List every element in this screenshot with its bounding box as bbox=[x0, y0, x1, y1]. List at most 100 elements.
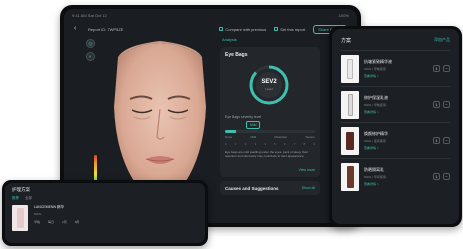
compare-toggle-label: Compare with previous bbox=[225, 26, 267, 32]
product-thumbnail bbox=[341, 126, 359, 155]
severity-gauge: SEV2 Level bbox=[246, 62, 292, 108]
tab-recommended[interactable]: 推荐 bbox=[12, 196, 19, 201]
qty-value: 1 bbox=[433, 65, 440, 72]
severity-label: Eye Bags severity level bbox=[225, 115, 262, 119]
product-info: 防晒隔离乳 50ML | 早间使用 查看详情 > bbox=[364, 167, 433, 186]
stage: 9:41 AM Sat Oct 12 100% ‹ Report ID: 7WP… bbox=[0, 0, 463, 249]
causes-title: Causes and Suggestions bbox=[225, 185, 279, 191]
product-detail-link[interactable]: 查看详情 > bbox=[364, 146, 433, 150]
gauge-sub: Level bbox=[265, 87, 273, 91]
product-name: 防晒隔离乳 bbox=[364, 167, 384, 172]
tick-label: 8 bbox=[303, 142, 306, 146]
level-label: Mild bbox=[250, 135, 257, 139]
product-sub: 30ML | 夜间使用 bbox=[364, 139, 386, 143]
qty-value: 1 bbox=[433, 173, 440, 180]
level-label: Moderate bbox=[274, 135, 288, 139]
minus-icon[interactable]: − bbox=[443, 173, 450, 180]
product-item[interactable]: 修护保湿乳液 50ML | 早晚使用 查看详情 > 1 − bbox=[341, 86, 450, 122]
minus-icon[interactable]: − bbox=[443, 101, 450, 108]
stat: 每日 bbox=[48, 220, 55, 224]
product-detail-link[interactable]: 查看详情 > bbox=[364, 110, 433, 114]
tick-label: 4 bbox=[264, 142, 266, 146]
severity-tag: Mild bbox=[246, 121, 261, 129]
product-title: 方案 bbox=[341, 38, 352, 44]
product-info: 抗皱紧致精华液 30ML | 早晚使用 查看详情 > bbox=[364, 59, 433, 78]
gauge-ring bbox=[249, 65, 289, 105]
status-time: 9:41 AM Sat Oct 12 bbox=[72, 13, 107, 18]
mini-product-thumbnail bbox=[12, 205, 28, 231]
checkbox-icon bbox=[219, 27, 224, 31]
tick-label: 3 bbox=[254, 142, 257, 146]
tick-label: 9 bbox=[313, 142, 315, 146]
set-report-toggle[interactable]: Set this report bbox=[274, 27, 305, 32]
top-bar-actions: Compare with previous Set this report Sh… bbox=[219, 24, 347, 34]
gauge-value: SEV2 bbox=[261, 79, 277, 85]
back-arrow-icon[interactable]: ‹ bbox=[74, 25, 80, 32]
quantity-stepper: 1 − bbox=[433, 173, 450, 180]
tick-label: 0 bbox=[225, 142, 227, 146]
top-bar: ‹ Report ID: 7WP5ZE Compare with previou… bbox=[64, 22, 357, 36]
severity-bar bbox=[225, 130, 315, 133]
mini-device: 护理方案 推荐 全部 LANCEMENN 精华 50ML 早晚 每日 2周 8周 bbox=[2, 180, 208, 246]
eye-bags-card: Eye Bags SEV2 Level Eye Bags severity le… bbox=[220, 47, 320, 177]
product-detail-link[interactable]: 查看详情 > bbox=[364, 74, 433, 78]
level-label: Severe bbox=[305, 135, 315, 139]
bottle-icon bbox=[346, 131, 354, 150]
product-thumbnail bbox=[341, 54, 359, 83]
product-name: 修护保湿乳液 bbox=[364, 95, 388, 100]
minus-icon[interactable]: − bbox=[443, 65, 450, 72]
product-name: 焕颜修护精华 bbox=[364, 131, 388, 136]
product-screen: 方案 添加产品 抗皱紧致精华液 30ML | 早晚使用 查看详情 > 1 − 修… bbox=[332, 29, 459, 224]
report-id: Report ID: 7WP5ZE bbox=[88, 26, 124, 32]
product-name: 抗皱紧致精华液 bbox=[364, 59, 392, 64]
bottle-icon bbox=[16, 208, 24, 228]
mini-screen: 护理方案 推荐 全部 LANCEMENN 精华 50ML 早晚 每日 2周 8周 bbox=[5, 183, 205, 243]
mini-product-sub: 50ML bbox=[34, 212, 42, 216]
mini-product-name: LANCEMENN 精华 bbox=[34, 205, 64, 209]
product-sub: 50ML | 早晚使用 bbox=[364, 103, 386, 107]
mini-title: 护理方案 bbox=[12, 187, 30, 192]
stat: 早晚 bbox=[34, 220, 41, 224]
product-item[interactable]: 防晒隔离乳 50ML | 早间使用 查看详情 > 1 − bbox=[341, 158, 450, 194]
status-bar: 9:41 AM Sat Oct 12 100% bbox=[72, 13, 349, 21]
tick-label: 2 bbox=[244, 142, 247, 146]
product-sub: 50ML | 早间使用 bbox=[364, 175, 386, 179]
mini-tabs: 推荐 全部 bbox=[12, 196, 198, 201]
product-item[interactable]: 焕颜修护精华 30ML | 夜间使用 查看详情 > 1 − bbox=[341, 122, 450, 158]
analysis-panel: Analysis Eye Bags SEV2 Level Eye Bags se… bbox=[220, 37, 320, 223]
compare-toggle[interactable]: Compare with previous bbox=[219, 27, 266, 32]
product-thumbnail bbox=[341, 90, 359, 119]
product-thumbnail bbox=[341, 162, 359, 191]
bottle-icon bbox=[346, 165, 354, 188]
compare-tool-icon[interactable]: ◐ bbox=[86, 52, 95, 61]
product-sub: 30ML | 早晚使用 bbox=[364, 67, 386, 71]
bottle-icon bbox=[347, 58, 353, 79]
tab-all[interactable]: 全部 bbox=[25, 196, 32, 201]
mini-product[interactable]: LANCEMENN 精华 50ML 早晚 每日 2周 8周 bbox=[12, 205, 198, 231]
product-item[interactable]: 抗皱紧致精华液 30ML | 早晚使用 查看详情 > 1 − bbox=[341, 50, 450, 86]
stat: 2周 bbox=[62, 220, 67, 224]
battery-status: 100% bbox=[338, 13, 349, 18]
view-more-link[interactable]: View more bbox=[299, 168, 315, 172]
product-detail-link[interactable]: 查看详情 > bbox=[364, 182, 433, 186]
mini-stats: 早晚 每日 2周 8周 bbox=[34, 220, 79, 224]
severity-levels: None Mild Moderate Severe bbox=[225, 135, 315, 139]
quantity-stepper: 1 − bbox=[433, 65, 450, 72]
quantity-stepper: 1 − bbox=[433, 101, 450, 108]
quantity-stepper: 1 − bbox=[433, 137, 450, 144]
qty-value: 1 bbox=[433, 101, 440, 108]
causes-show-all[interactable]: Show all bbox=[302, 186, 315, 190]
causes-card[interactable]: Causes and Suggestions Show all bbox=[220, 181, 320, 195]
add-product-button[interactable]: 添加产品 bbox=[434, 37, 450, 44]
tab-analysis[interactable]: Analysis bbox=[222, 37, 320, 42]
mini-product-info: LANCEMENN 精华 50ML 早晚 每日 2周 8周 bbox=[34, 205, 79, 231]
severity-ticks: 0 1 2 3 4 5 6 7 8 9 bbox=[225, 142, 315, 146]
product-header: 方案 添加产品 bbox=[341, 37, 450, 44]
qty-value: 1 bbox=[433, 137, 440, 144]
zoom-tool-icon[interactable]: ◎ bbox=[86, 39, 95, 48]
tick-label: 1 bbox=[234, 142, 237, 146]
tick-label: 5 bbox=[274, 142, 276, 146]
product-info: 修护保湿乳液 50ML | 早晚使用 查看详情 > bbox=[364, 95, 433, 114]
level-label: None bbox=[225, 135, 233, 139]
minus-icon[interactable]: − bbox=[443, 137, 450, 144]
